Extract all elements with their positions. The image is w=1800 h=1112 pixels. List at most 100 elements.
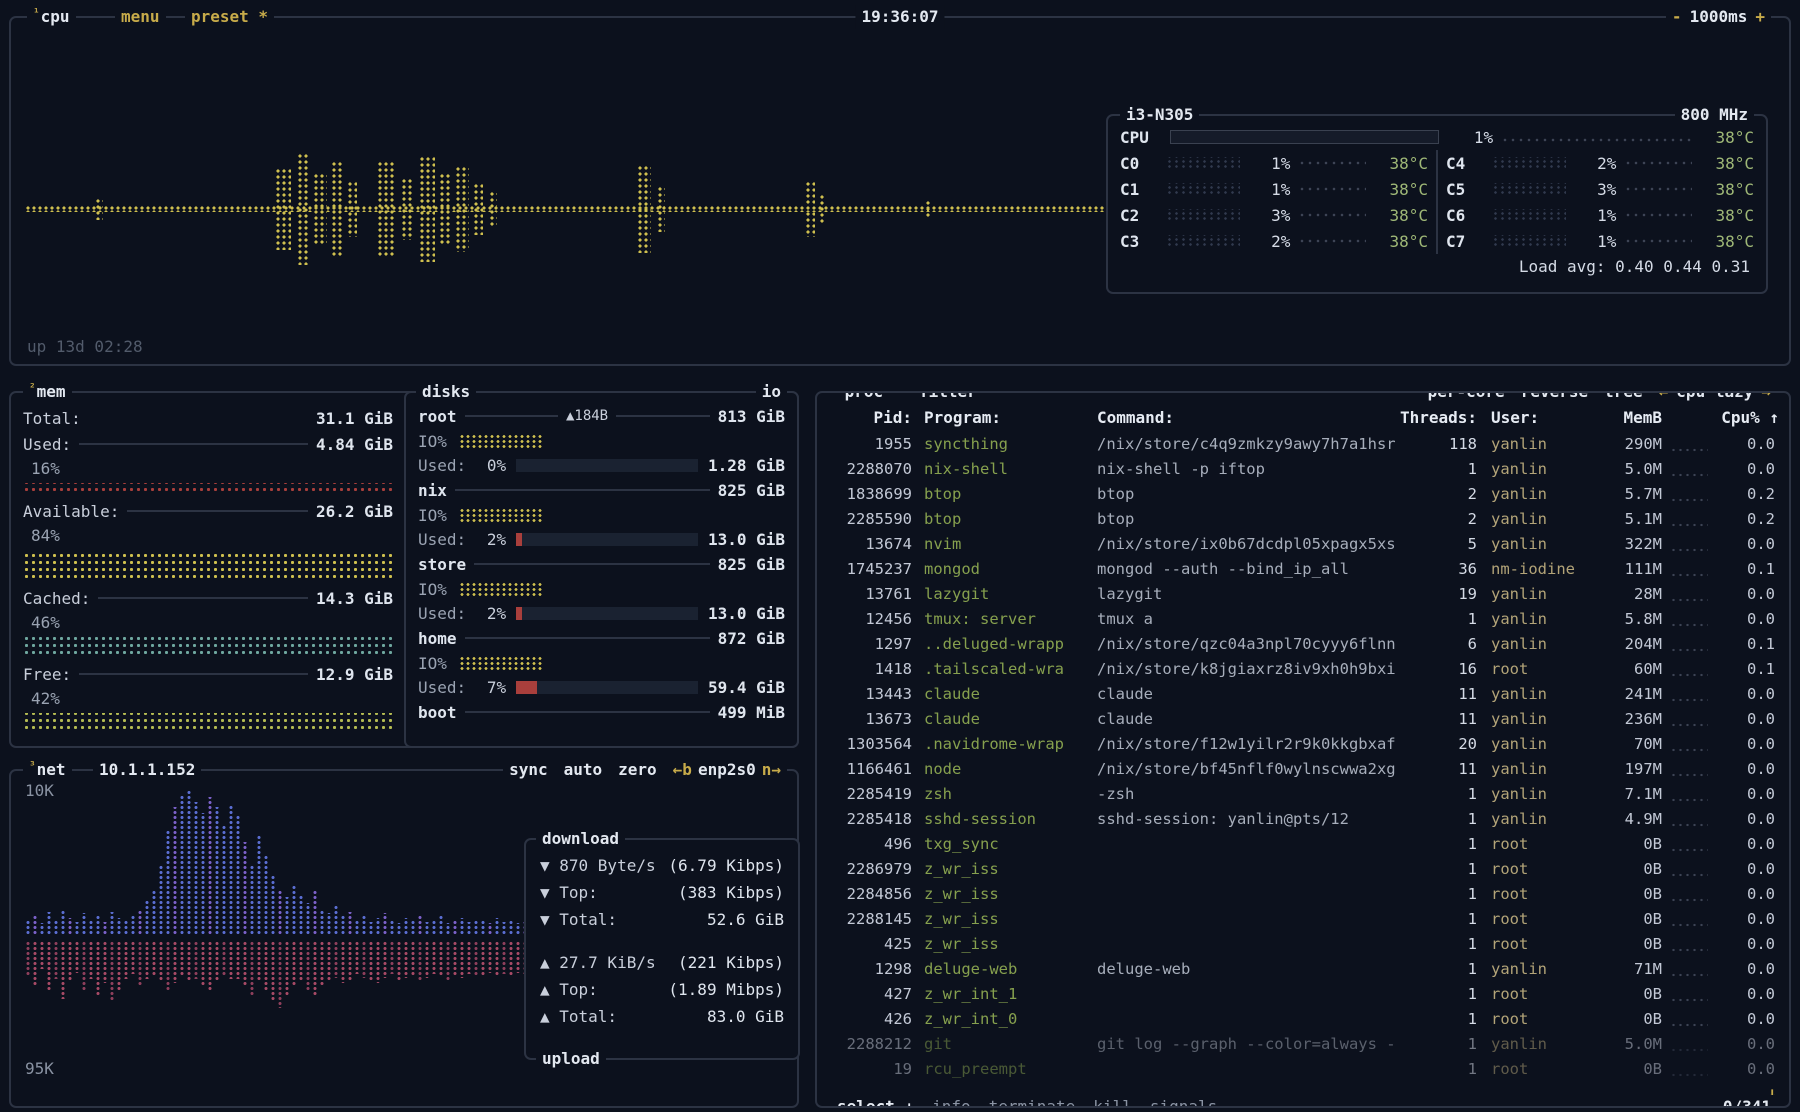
net-stat-row: ▼ Total: 52.6 GiB	[540, 906, 784, 933]
process-pid: 2284856	[827, 885, 912, 903]
process-threads: 1	[1397, 985, 1477, 1003]
column-mem[interactable]: MemB	[1587, 408, 1662, 427]
process-row[interactable]: 13443 claude claude 11 yanlin 241M 0.0	[817, 681, 1789, 706]
process-row[interactable]: 13761 lazygit lazygit 19 yanlin 28M 0.0	[817, 581, 1789, 606]
upload-graph-column	[151, 941, 157, 977]
upload-graph-column	[438, 941, 444, 977]
preset-name[interactable]: cpu lazy	[1676, 391, 1753, 404]
process-user: yanlin	[1477, 1035, 1587, 1053]
process-row[interactable]: 425 z_wr_iss 1 root 0B 0.0	[817, 931, 1789, 956]
upload-graph-column	[67, 941, 73, 982]
process-mem: 204M	[1587, 635, 1662, 653]
core-temp: 38°C	[1700, 232, 1754, 251]
terminate-button[interactable]: terminate	[989, 1095, 1076, 1108]
process-program: claude	[912, 685, 1097, 703]
kill-button[interactable]: kill	[1093, 1095, 1132, 1108]
download-graph	[25, 787, 525, 935]
column-command[interactable]: Command:	[1097, 408, 1397, 427]
process-mem: 5.0M	[1587, 460, 1662, 478]
rate-decrease-button[interactable]: -	[1672, 5, 1682, 29]
per-core-toggle[interactable]: per-core	[1428, 391, 1505, 404]
process-row[interactable]: 1166461 node /nix/store/bf45nflf0wylnscw…	[817, 756, 1789, 781]
process-row[interactable]: 2288070 nix-shell nix-shell -p iftop 1 y…	[817, 456, 1789, 481]
process-row[interactable]: 13673 claude claude 11 yanlin 236M 0.0	[817, 706, 1789, 731]
filter-button[interactable]: filter	[913, 391, 983, 404]
net-box-index: ³	[29, 754, 36, 778]
preset-prev-button[interactable]: ←	[1659, 391, 1669, 404]
process-mem-graph	[1670, 972, 1708, 978]
cpu-box-title[interactable]: ¹cpu	[27, 5, 76, 29]
process-command: mongod --auth --bind_ip_all	[1097, 560, 1397, 578]
process-row[interactable]: 2286979 z_wr_iss 1 root 0B 0.0	[817, 856, 1789, 881]
menu-button[interactable]: menu	[115, 5, 166, 29]
process-row[interactable]: 427 z_wr_int_1 1 root 0B 0.0	[817, 981, 1789, 1006]
process-row[interactable]: 426 z_wr_int_0 1 root 0B 0.0	[817, 1006, 1789, 1031]
download-graph-column	[263, 855, 269, 935]
process-row[interactable]: 1297 ..deluged-wrapp /nix/store/qzc04a3n…	[817, 631, 1789, 656]
column-user[interactable]: User:	[1477, 408, 1587, 427]
process-mem: 111M	[1587, 560, 1662, 578]
process-threads: 1	[1397, 810, 1477, 828]
disks-box-title[interactable]: disks	[416, 380, 476, 404]
process-row[interactable]: 2285590 btop btop 2 yanlin 5.1M 0.2	[817, 506, 1789, 531]
process-row[interactable]: 1303564 .navidrome-wrap /nix/store/f12w1…	[817, 731, 1789, 756]
process-row[interactable]: 2285419 zsh -zsh 1 yanlin 7.1M 0.0	[817, 781, 1789, 806]
process-row[interactable]: 2285418 sshd-session sshd-session: yanli…	[817, 806, 1789, 831]
reverse-toggle[interactable]: reverse	[1521, 391, 1588, 404]
download-graph-column	[298, 894, 304, 935]
process-row[interactable]: 13674 nvim /nix/store/ix0b67dcdpl05xpagx…	[817, 531, 1789, 556]
process-command: nix-shell -p iftop	[1097, 460, 1397, 478]
net-box-title[interactable]: ³net	[23, 758, 72, 782]
net-stat-label: ▼ Total:	[540, 910, 617, 929]
process-row[interactable]: 2284856 z_wr_iss 1 root 0B 0.0	[817, 881, 1789, 906]
process-row[interactable]: 496 txg_sync 1 root 0B 0.0	[817, 831, 1789, 856]
upload-graph-column	[256, 941, 262, 982]
preset-button[interactable]: preset *	[185, 5, 274, 29]
disk-used-label: Used:	[418, 456, 466, 475]
process-user: root	[1477, 1060, 1587, 1078]
proc-box-title[interactable]: ⁴proc	[831, 391, 889, 404]
column-cpu[interactable]: Cpu% ↑	[1712, 408, 1779, 427]
tree-toggle[interactable]: tree	[1604, 391, 1643, 404]
info-button[interactable]: info	[932, 1095, 971, 1108]
column-pid[interactable]: Pid:	[827, 408, 912, 427]
net-sync-toggle[interactable]: sync	[509, 758, 548, 782]
net-prev-iface-button[interactable]: ←b	[673, 758, 692, 782]
download-graph-column	[172, 807, 178, 935]
process-threads: 11	[1397, 760, 1477, 778]
signals-button[interactable]: signals	[1150, 1095, 1217, 1108]
process-row[interactable]: 1955 syncthing /nix/store/c4q9zmkzy9awy7…	[817, 431, 1789, 456]
process-cpu: 0.0	[1712, 710, 1779, 728]
process-row[interactable]: 12456 tmux: server tmux a 1 yanlin 5.8M …	[817, 606, 1789, 631]
process-row[interactable]: 2288145 z_wr_iss 1 root 0B 0.0	[817, 906, 1789, 931]
process-row[interactable]: 1745237 mongod mongod --auth --bind_ip_a…	[817, 556, 1789, 581]
download-graph-column	[396, 923, 402, 935]
process-row[interactable]: 19 rcu_preempt 1 root 0B 0.0	[817, 1056, 1789, 1081]
net-next-iface-button[interactable]: n→	[762, 758, 781, 782]
mem-stat-list: Used: 4.84 GiB 16% Available: 26.2 GiB 8…	[23, 431, 393, 731]
mem-stat-row: Free: 12.9 GiB	[23, 661, 393, 687]
process-row[interactable]: 1298 deluge-web deluge-web 1 yanlin 71M …	[817, 956, 1789, 981]
clock: 19:36:07	[855, 5, 944, 29]
process-row[interactable]: 2288212 git git log --graph --color=alwa…	[817, 1031, 1789, 1056]
net-auto-toggle[interactable]: auto	[564, 758, 603, 782]
divider	[1436, 176, 1438, 202]
disks-io-toggle[interactable]: io	[756, 380, 787, 404]
process-row[interactable]: 1838699 btop btop 2 yanlin 5.7M 0.2	[817, 481, 1789, 506]
rate-increase-button[interactable]: +	[1755, 5, 1765, 29]
process-cpu: 0.1	[1712, 660, 1779, 678]
column-threads[interactable]: Threads:	[1397, 408, 1477, 427]
column-program[interactable]: Program:	[912, 408, 1097, 427]
preset-next-button[interactable]: →	[1761, 391, 1771, 404]
net-zero-toggle[interactable]: zero	[618, 758, 657, 782]
process-row[interactable]: 1418 .tailscaled-wra /nix/store/k8jgiaxr…	[817, 656, 1789, 681]
disk-used-bar	[516, 533, 698, 546]
cpu-graph-spike	[297, 153, 309, 265]
process-cpu: 0.0	[1712, 585, 1779, 603]
download-graph-column	[165, 831, 171, 935]
upload-graph	[25, 941, 525, 1071]
mem-box-title[interactable]: ²mem	[23, 380, 72, 404]
select-button[interactable]: select ↓	[837, 1095, 914, 1108]
process-command: lazygit	[1097, 585, 1397, 603]
core-temp: 38°C	[1374, 206, 1428, 225]
